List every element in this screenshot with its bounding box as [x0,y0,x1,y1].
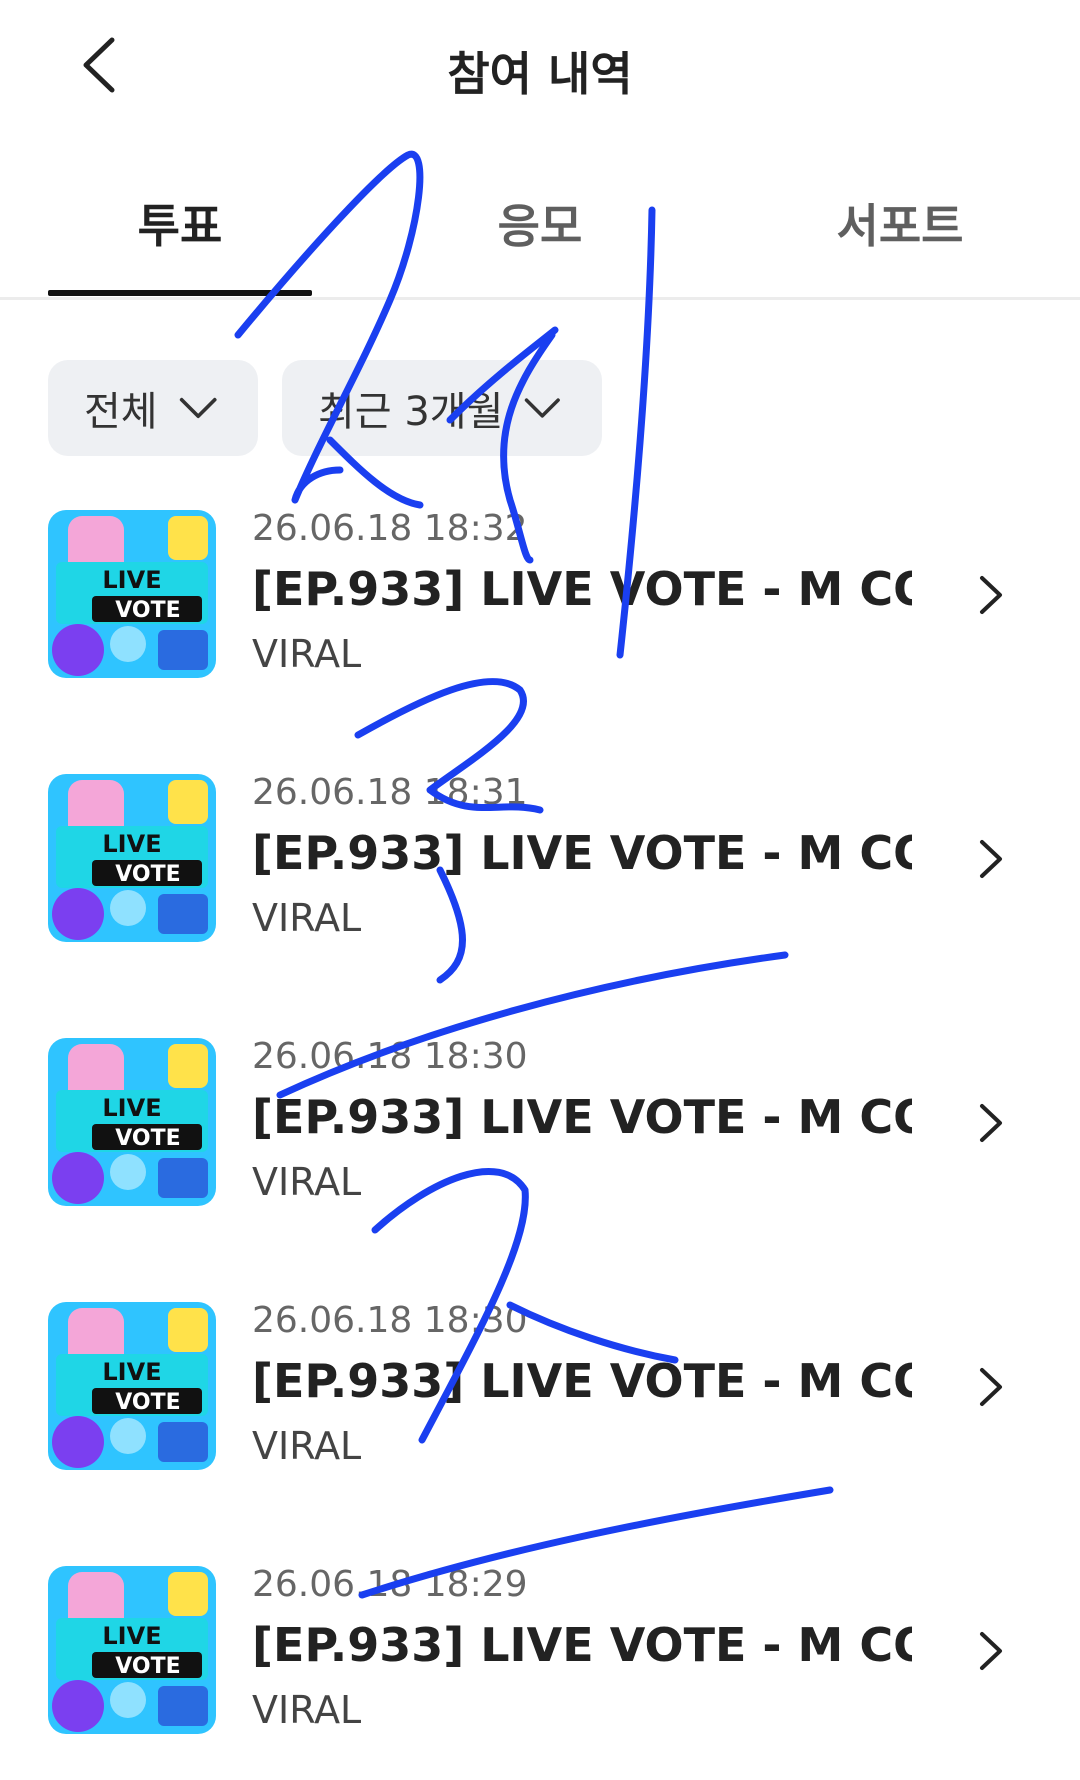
thumb-label-vote: VOTE [115,1654,180,1679]
item-category: VIRAL [252,1160,362,1204]
item-date: 26.06.18 18:29 [252,1564,528,1605]
item-title: [EP.933] LIVE VOTE - M CO... [252,1618,912,1672]
list-item[interactable]: LIVE VOTE 26.06.18 18:31 [EP.933] LIVE V… [0,764,1080,964]
vote-thumbnail: LIVE VOTE [48,1302,216,1470]
list-item[interactable]: LIVE VOTE 26.06.18 18:32 [EP.933] LIVE V… [0,500,1080,700]
filter-all-dropdown[interactable]: 전체 [48,360,258,456]
tab-entry[interactable]: 응모 [420,190,660,280]
item-title: [EP.933] LIVE VOTE - M CO... [252,1090,912,1144]
item-title: [EP.933] LIVE VOTE - M CO... [252,562,912,616]
chevron-right-icon [980,840,1002,878]
item-category: VIRAL [252,896,362,940]
list-item[interactable]: LIVE VOTE 26.06.18 18:30 [EP.933] LIVE V… [0,1028,1080,1228]
thumb-label-vote: VOTE [115,1390,180,1415]
thumb-label-vote: VOTE [115,598,180,623]
filter-period-label: 최근 3개월 [318,389,504,435]
item-title: [EP.933] LIVE VOTE - M CO... [252,1354,912,1408]
item-date: 26.06.18 18:32 [252,508,528,549]
tab-vote[interactable]: 투표 [48,190,312,280]
thumb-label-live: LIVE [102,566,161,594]
item-category: VIRAL [252,632,362,676]
tab-support[interactable]: 서포트 [780,190,1020,280]
tab-bar: 투표 응모 서포트 [0,170,1080,300]
item-date: 26.06.18 18:31 [252,772,528,813]
filter-period-dropdown[interactable]: 최근 3개월 [282,360,602,456]
item-date: 26.06.18 18:30 [252,1300,528,1341]
active-tab-indicator [48,290,312,296]
item-date: 26.06.18 18:30 [252,1036,528,1077]
item-title: [EP.933] LIVE VOTE - M CO... [252,826,912,880]
chevron-right-icon [980,576,1002,614]
chevron-down-icon [179,397,217,419]
chevron-right-icon [980,1368,1002,1406]
thumb-label-live: LIVE [102,1094,161,1122]
vote-thumbnail: LIVE VOTE [48,1038,216,1206]
chevron-right-icon [980,1104,1002,1142]
thumb-label-live: LIVE [102,1358,161,1386]
thumb-label-vote: VOTE [115,1126,180,1151]
page-title: 참여 내역 [447,47,633,101]
vote-thumbnail: LIVE VOTE [48,510,216,678]
chevron-right-icon [980,1632,1002,1670]
item-category: VIRAL [252,1688,362,1732]
filter-all-label: 전체 [84,389,158,435]
thumb-label-vote: VOTE [115,862,180,887]
vote-thumbnail: LIVE VOTE [48,774,216,942]
thumb-label-live: LIVE [102,1622,161,1650]
header: 참여 내역 [0,0,1080,130]
list-item[interactable]: LIVE VOTE 26.06.18 18:29 [EP.933] LIVE V… [0,1556,1080,1756]
list-item[interactable]: LIVE VOTE 26.06.18 18:30 [EP.933] LIVE V… [0,1292,1080,1492]
chevron-down-icon [525,398,561,418]
item-category: VIRAL [252,1424,362,1468]
thumb-label-live: LIVE [102,830,161,858]
vote-thumbnail: LIVE VOTE [48,1566,216,1734]
